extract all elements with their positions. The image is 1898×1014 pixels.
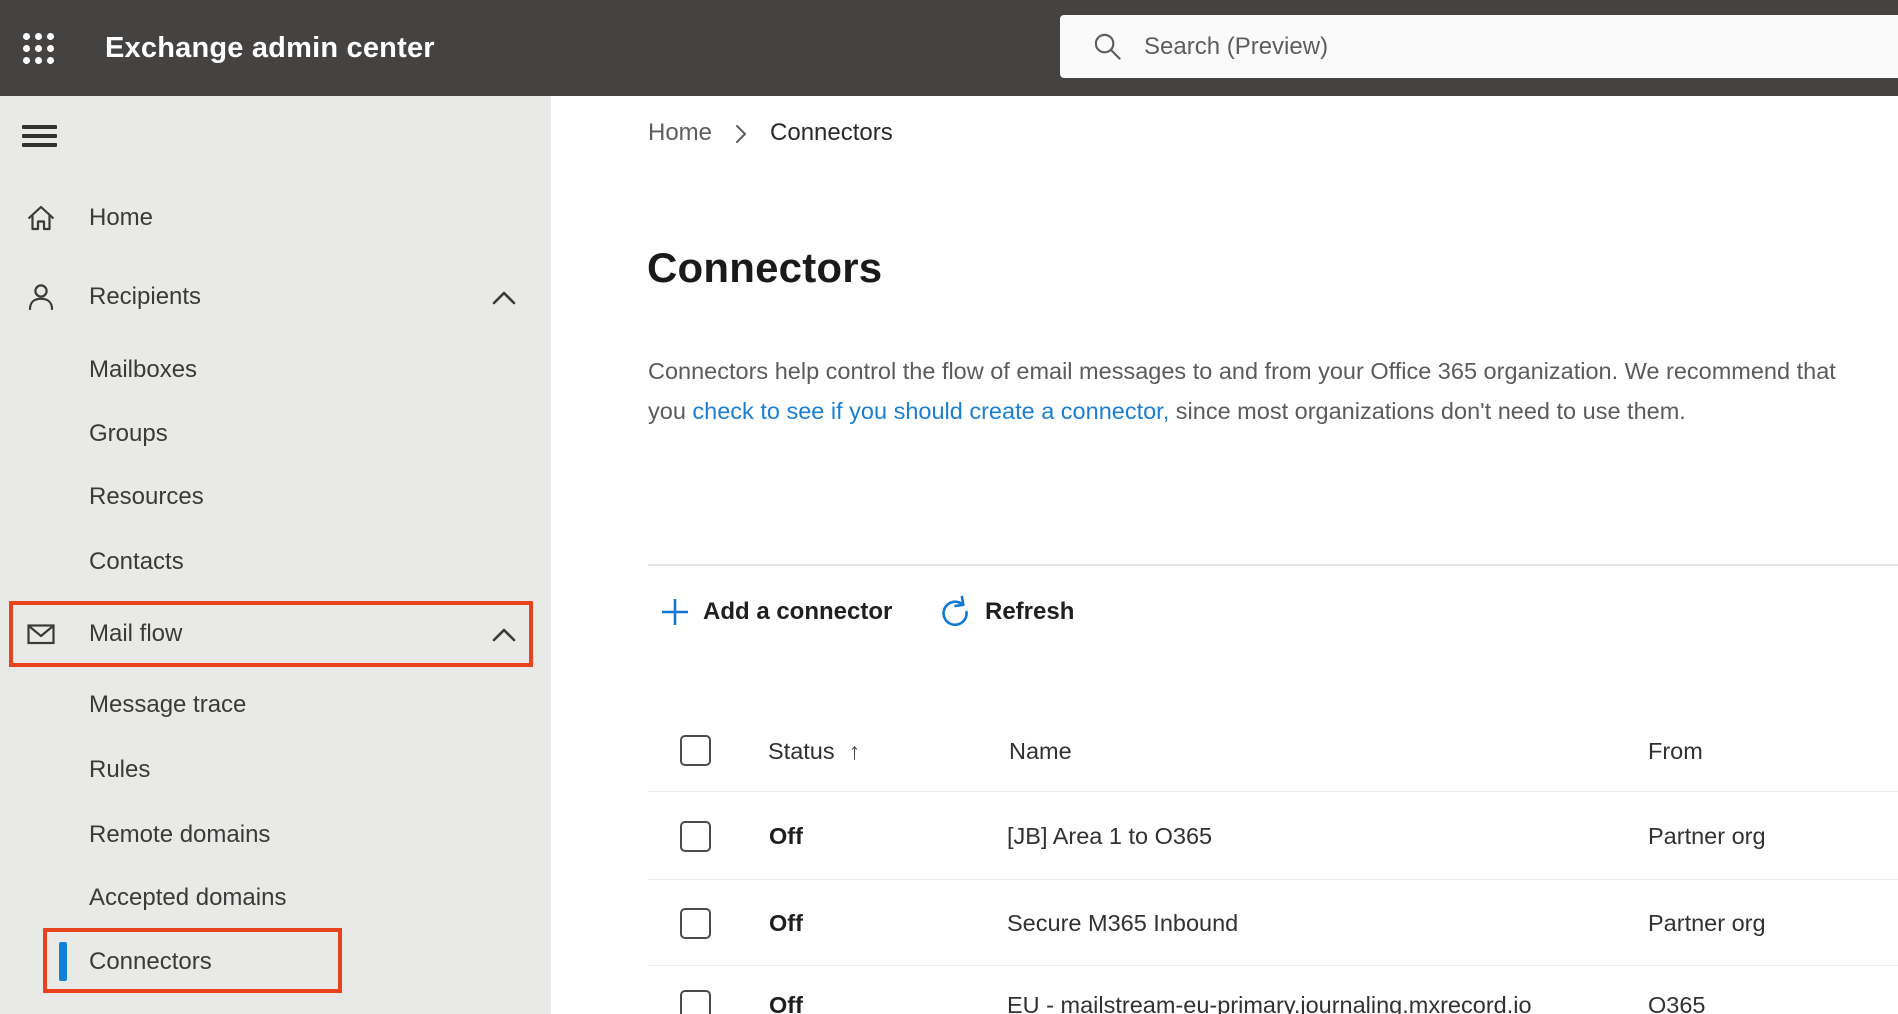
add-connector-button[interactable]: Add a connector [660,588,892,636]
page-title: Connectors [647,244,883,291]
column-header-status[interactable]: Status ↑ [768,735,860,767]
cell-from: O365 [1648,992,1706,1014]
column-header-name[interactable]: Name [1009,735,1072,767]
sidebar-item-label: Groups [89,420,168,447]
sidebar-item-mailboxes[interactable]: Mailboxes [0,338,551,402]
refresh-icon [942,595,968,627]
app-title: Exchange admin center [105,32,435,64]
add-connector-label: Add a connector [703,598,893,625]
sidebar-item-remote-domains[interactable]: Remote domains [0,803,551,867]
chevron-up-icon[interactable] [491,626,517,644]
waffle-icon [23,33,54,65]
sidebar-item-contacts[interactable]: Contacts [0,530,551,594]
cell-from: Partner org [1648,910,1766,936]
home-icon [27,205,55,231]
create-connector-check-link[interactable]: check to see if you should create a conn… [692,398,1169,424]
global-search-box [1060,15,1898,78]
sidebar-item-connectors[interactable]: Connectors [0,930,551,994]
select-all-checkbox[interactable] [680,735,711,766]
sidebar-item-rules[interactable]: Rules [0,738,551,802]
select-row-checkbox[interactable] [680,908,711,939]
table-header-divider [648,791,1898,792]
mail-icon [27,624,55,645]
breadcrumb: Home Connectors [648,118,893,148]
refresh-button[interactable]: Refresh [938,588,1074,636]
sidebar-item-label: Recipients [89,283,202,310]
sidebar-item-label: Message trace [89,691,247,718]
person-icon [28,284,54,311]
breadcrumb-current: Connectors [770,119,893,146]
cell-name: EU - mailstream-eu-primary.journaling.mx… [1007,992,1532,1014]
page-description: Connectors help control the flow of emai… [648,351,1866,431]
breadcrumb-home-link[interactable]: Home [648,119,712,147]
app-launcher-button[interactable] [14,24,64,74]
section-divider [648,564,1898,566]
description-text: since most organizations don't need to u… [1169,398,1686,424]
sidebar-item-home[interactable]: Home [0,186,551,250]
table-row-divider [648,879,1898,880]
table-row-divider [648,965,1898,966]
search-icon [1094,33,1121,60]
cell-status: Off [769,992,803,1014]
nav-collapse-button[interactable] [18,116,62,158]
sidebar-item-mail-flow[interactable]: Mail flow [0,602,551,666]
plus-icon [662,599,688,625]
app-header: Exchange admin center [0,0,1898,96]
sort-ascending-icon: ↑ [848,738,861,764]
cell-from: Partner org [1648,823,1766,849]
selected-item-indicator [59,942,67,981]
refresh-label: Refresh [985,598,1075,625]
left-navigation: Home Recipients Mailboxes Groups Resourc… [0,96,551,1014]
sidebar-item-label: Connectors [89,948,212,975]
column-header-label: Status [768,738,835,764]
sidebar-item-message-trace[interactable]: Message trace [0,673,551,737]
exchange-admin-center-window: Exchange admin center Home Recipients [0,0,1898,1014]
cell-status: Off [769,910,803,936]
select-row-checkbox[interactable] [680,990,711,1014]
sidebar-item-label: Accepted domains [89,884,287,911]
select-row-checkbox[interactable] [680,821,711,852]
sidebar-item-label: Remote domains [89,821,271,848]
column-header-from[interactable]: From [1648,735,1703,767]
sidebar-item-recipients[interactable]: Recipients [0,265,551,329]
chevron-up-icon[interactable] [491,289,517,307]
sidebar-item-label: Mailboxes [89,356,198,383]
chevron-right-icon [736,125,747,143]
cell-status: Off [769,823,803,849]
sidebar-item-accepted-domains[interactable]: Accepted domains [0,866,551,930]
sidebar-item-label: Home [89,204,154,231]
sidebar-item-resources[interactable]: Resources [0,465,551,529]
sidebar-item-label: Mail flow [89,620,183,647]
cell-name: [JB] Area 1 to O365 [1007,823,1213,849]
main-content: Home Connectors Connectors Connectors he… [551,96,1898,1014]
sidebar-item-label: Rules [89,756,151,783]
sidebar-item-label: Resources [89,483,204,510]
sidebar-item-label: Contacts [89,548,184,575]
cell-name: Secure M365 Inbound [1007,910,1239,936]
search-input[interactable] [1144,15,1844,78]
sidebar-item-groups[interactable]: Groups [0,402,551,466]
